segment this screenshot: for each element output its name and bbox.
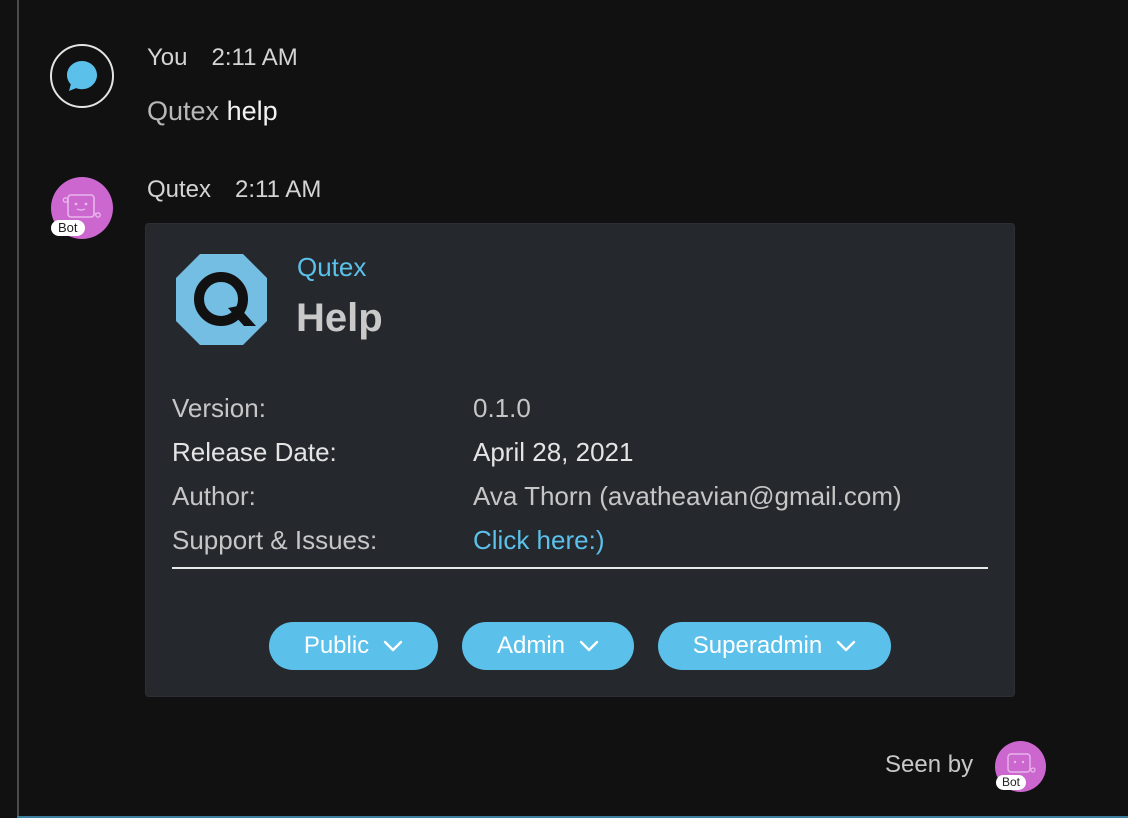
bot-badge: Bot	[51, 220, 85, 236]
fact-value: Ava Thorn (avatheavian@gmail.com)	[473, 480, 902, 511]
fact-label: Author:	[172, 480, 256, 511]
fact-row-author: Author: Ava Thorn (avatheavian@gmail.com…	[172, 474, 988, 518]
chevron-down-icon	[579, 640, 599, 652]
card-subtitle: Qutex	[297, 252, 367, 282]
superadmin-button[interactable]: Superadmin	[658, 622, 891, 670]
qutex-logo-icon	[176, 254, 267, 345]
left-border	[17, 0, 19, 818]
card-divider	[172, 567, 988, 569]
fact-set: Version: 0.1.0 Release Date: April 28, 2…	[172, 386, 988, 562]
sender-name: Qutex	[147, 176, 212, 203]
fact-row-release-date: Release Date: April 28, 2021	[172, 430, 988, 474]
card-actions: Public Admin Superadmin	[146, 622, 1014, 670]
card-title: Help	[296, 296, 383, 340]
button-label: Admin	[496, 632, 566, 659]
fact-row-version: Version: 0.1.0	[172, 386, 988, 430]
message-time: 2:11 AM	[211, 44, 298, 71]
message-command: help	[226, 96, 278, 126]
fact-value: April 28, 2021	[473, 436, 634, 467]
message-header: You 2:11 AM	[147, 44, 298, 72]
message-header: Qutex 2:11 AM	[147, 176, 321, 204]
fact-value: 0.1.0	[473, 392, 531, 423]
sender-name: You	[147, 44, 188, 71]
fact-label: Support & Issues:	[172, 524, 378, 555]
help-card: Qutex Help Version: 0.1.0 Release Date: …	[146, 224, 1014, 696]
fact-label: Release Date:	[172, 436, 337, 467]
chevron-down-icon	[383, 640, 403, 652]
chat-window: You 2:11 AM Qutex help Bot Qutex 2:11 AM Q…	[0, 0, 1128, 818]
fact-label: Version:	[172, 392, 266, 423]
admin-button[interactable]: Admin	[462, 622, 634, 670]
message-prefix: Qutex	[147, 96, 220, 126]
public-button[interactable]: Public	[269, 622, 438, 670]
button-label: Superadmin	[692, 632, 823, 659]
bot-badge: Bot	[996, 775, 1027, 790]
message-text: Qutex help	[147, 96, 278, 127]
chat-bubble-icon	[67, 61, 97, 91]
message-time: 2:11 AM	[235, 176, 322, 203]
seen-by-label: Seen by	[885, 751, 974, 778]
support-link[interactable]: Click here:)	[473, 525, 604, 556]
button-label: Public	[303, 632, 370, 659]
user-avatar[interactable]	[50, 44, 114, 108]
fact-row-support: Support & Issues: Click here:)	[172, 518, 988, 562]
chevron-down-icon	[836, 640, 856, 652]
